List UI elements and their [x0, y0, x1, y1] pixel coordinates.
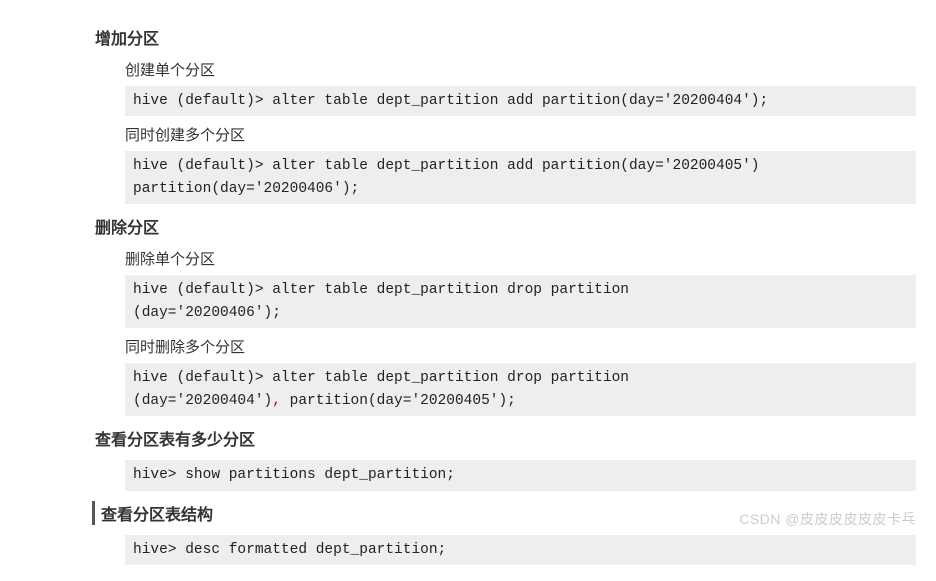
section-desc-formatted: 查看分区表结构 hive> desc formatted dept_partit…	[10, 501, 926, 565]
code-desc-formatted: hive> desc formatted dept_partition;	[125, 535, 916, 565]
section-show-partitions: 查看分区表有多少分区 hive> show partitions dept_pa…	[10, 426, 926, 490]
code-comma-highlight: ,	[272, 393, 281, 409]
subheading-create-multi: 同时创建多个分区	[125, 124, 926, 145]
section-add-partition: 增加分区 创建单个分区 hive (default)> alter table …	[10, 25, 926, 204]
code-drop-multi-part-b: partition(day='20200405');	[281, 393, 516, 409]
section-drop-partition: 删除分区 删除单个分区 hive (default)> alter table …	[10, 214, 926, 416]
code-create-single: hive (default)> alter table dept_partiti…	[125, 86, 916, 116]
heading-drop-partition: 删除分区	[95, 214, 926, 238]
code-show-partitions: hive> show partitions dept_partition;	[125, 460, 916, 490]
heading-desc-formatted: 查看分区表结构	[92, 501, 926, 525]
heading-show-partitions: 查看分区表有多少分区	[95, 426, 926, 450]
subheading-drop-single: 删除单个分区	[125, 248, 926, 269]
code-create-multi: hive (default)> alter table dept_partiti…	[125, 151, 916, 204]
code-drop-multi: hive (default)> alter table dept_partiti…	[125, 363, 916, 416]
subheading-create-single: 创建单个分区	[125, 59, 926, 80]
subheading-drop-multi: 同时删除多个分区	[125, 336, 926, 357]
heading-add-partition: 增加分区	[95, 25, 926, 49]
code-drop-single: hive (default)> alter table dept_partiti…	[125, 275, 916, 328]
